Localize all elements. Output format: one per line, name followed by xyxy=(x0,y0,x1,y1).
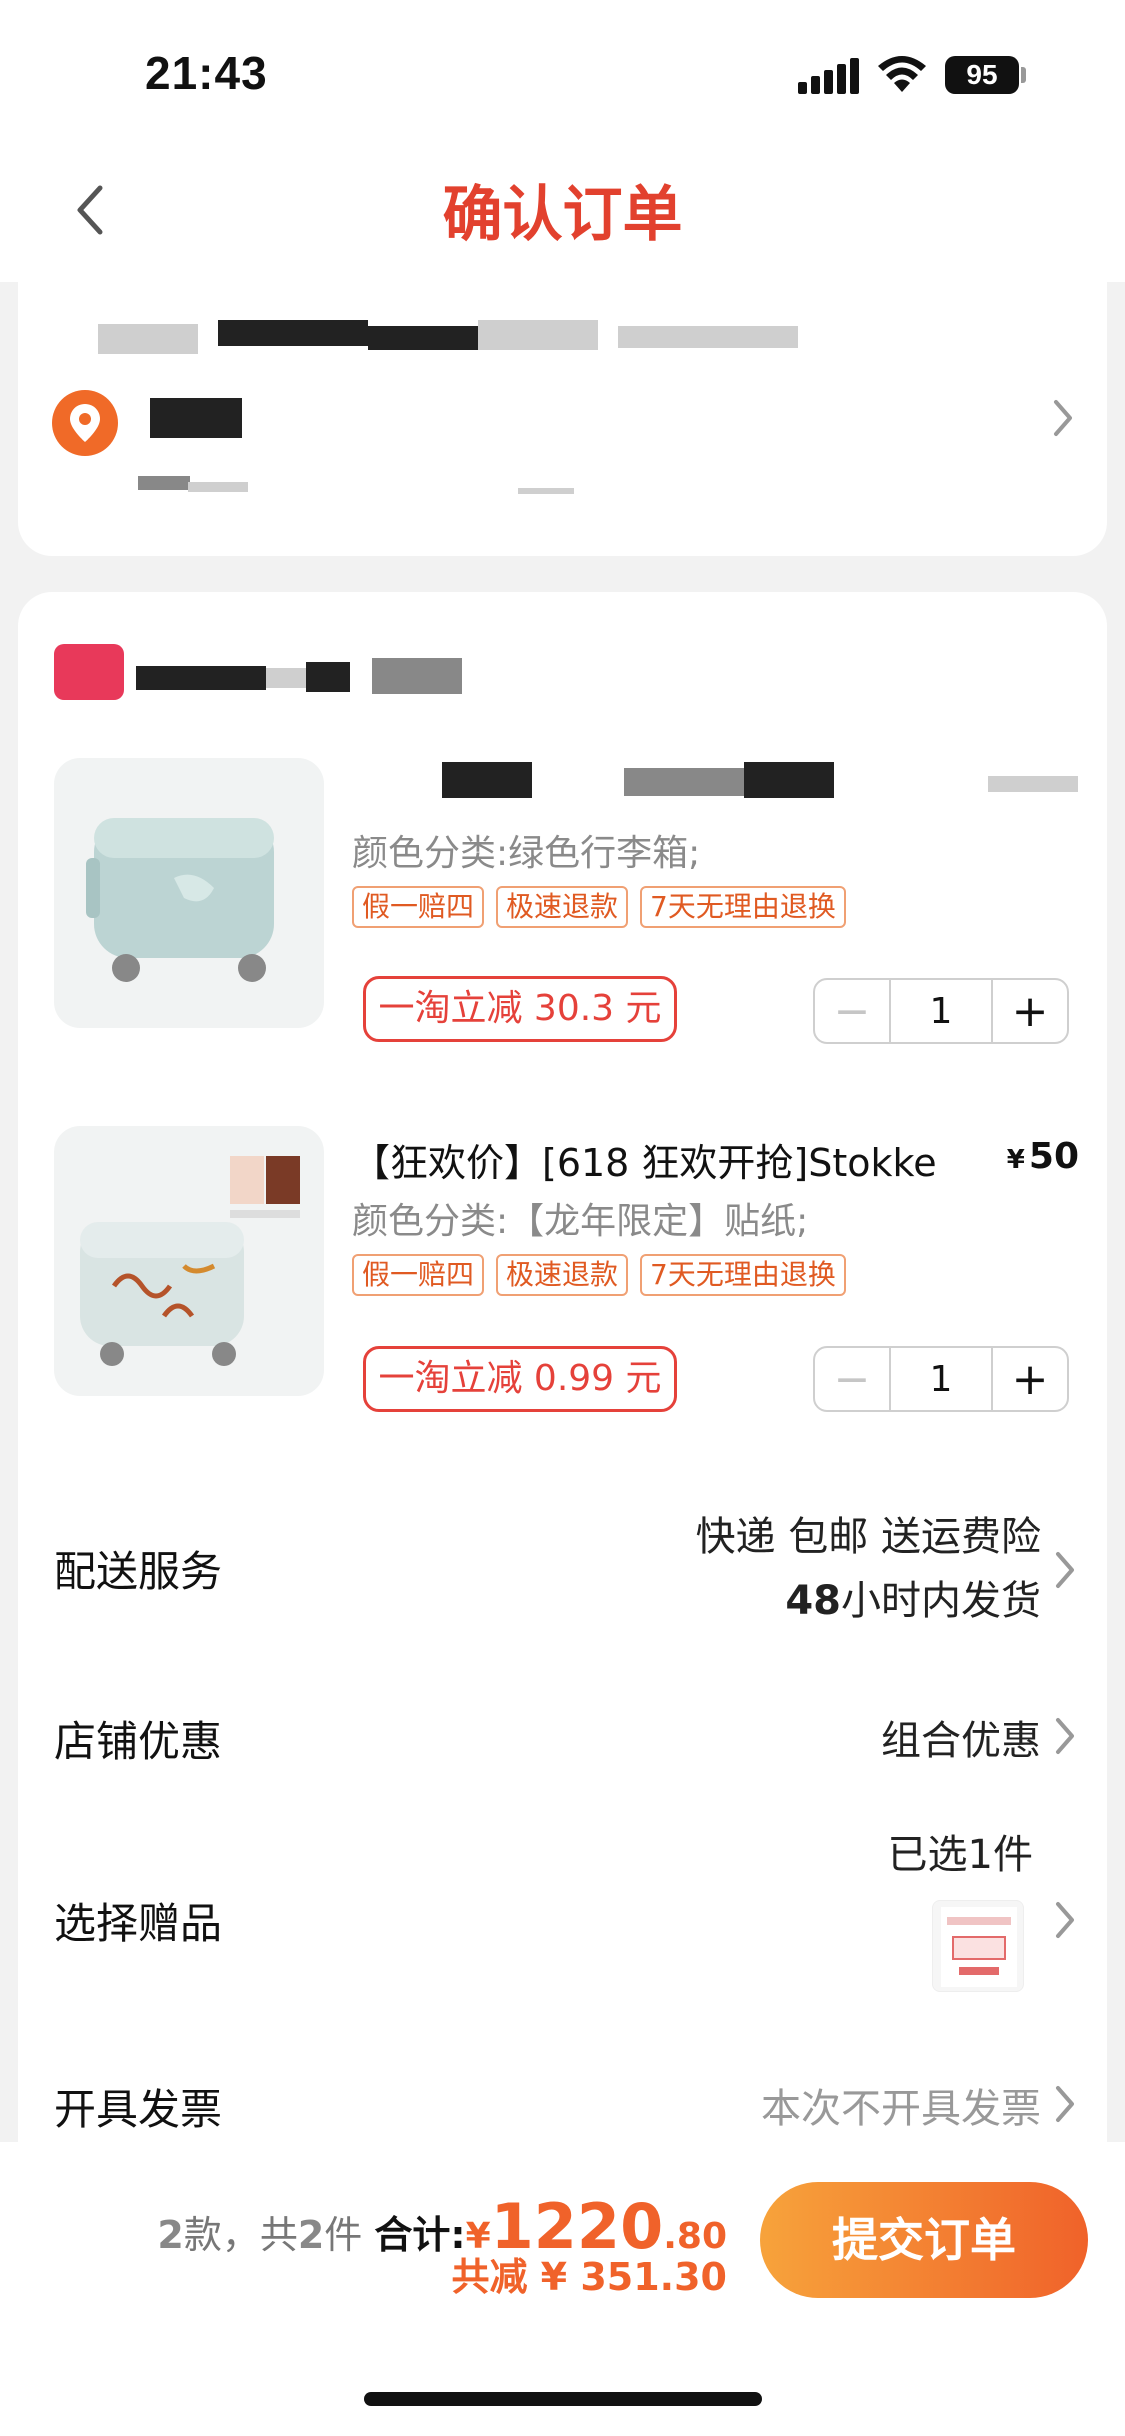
product-spec: 颜色分类:【龙年限定】贴纸; xyxy=(352,1201,809,1242)
wifi-icon xyxy=(878,56,926,92)
product-price: ¥50 xyxy=(1007,1136,1079,1177)
redacted-shop-name xyxy=(372,658,462,694)
redacted-product-title xyxy=(744,762,834,798)
invoice-label: 开具发票 xyxy=(54,2085,223,2134)
redacted-address-line xyxy=(478,320,598,350)
tag-fake-compensation: 假一赔四 xyxy=(352,886,485,928)
home-indicator xyxy=(364,2392,762,2406)
price-value: 50 xyxy=(1028,1136,1079,1177)
product-tags: 假一赔四 极速退款 7天无理由退换 xyxy=(352,886,846,928)
address-card[interactable] xyxy=(18,270,1107,556)
redacted-shop-name xyxy=(136,666,266,690)
increase-quantity-button[interactable]: + xyxy=(991,980,1067,1042)
page-title: 确认订单 xyxy=(442,180,683,250)
redacted-shop-name xyxy=(306,662,350,692)
gift-value[interactable]: 已选1件 xyxy=(888,1822,1033,1880)
item-count-text: 件 xyxy=(324,2213,363,2257)
redacted-address-line xyxy=(218,320,368,346)
redacted-address-line xyxy=(618,326,798,348)
tag-fast-refund: 极速退款 xyxy=(496,1254,629,1296)
discount-badge: 一淘立减 30.3 元 xyxy=(363,976,677,1042)
kind-count: 2 xyxy=(157,2213,184,2257)
redacted-product-price xyxy=(988,776,1078,792)
quantity-value[interactable]: 1 xyxy=(891,980,991,1042)
shop-logo xyxy=(54,644,124,700)
shop-discount-label: 店铺优惠 xyxy=(54,1717,223,1766)
delivery-label: 配送服务 xyxy=(54,1547,223,1596)
status-bar: 21:43 95 xyxy=(0,0,1125,140)
cellular-signal-icon xyxy=(798,58,859,94)
submit-order-button[interactable]: 提交订单 xyxy=(760,2182,1088,2298)
redacted-shop-name xyxy=(266,668,306,688)
nav-bar: 确认订单 xyxy=(0,140,1125,282)
redacted-phone xyxy=(138,476,190,490)
gift-thumbnail[interactable] xyxy=(932,1900,1024,1992)
delivery-hours-text: 小时内发货 xyxy=(841,1578,1041,1624)
tag-fake-compensation: 假一赔四 xyxy=(352,1254,485,1296)
delivery-service-line[interactable]: 快递 包邮 送运费险 xyxy=(696,1504,1041,1562)
chevron-right-icon xyxy=(1056,1902,1074,1938)
product-spec: 颜色分类:绿色行李箱; xyxy=(352,833,701,874)
gift-label: 选择赠品 xyxy=(54,1899,223,1948)
delivery-hours: 48 xyxy=(785,1578,841,1624)
total-saved: 共减 ¥ 351.30 xyxy=(451,2255,727,2299)
tag-seven-day-return: 7天无理由退换 xyxy=(640,886,846,928)
location-pin-icon xyxy=(52,390,118,456)
redacted-product-title xyxy=(442,762,532,798)
decrease-quantity-button[interactable]: − xyxy=(815,980,891,1042)
invoice-value[interactable]: 本次不开具发票 xyxy=(761,2076,1041,2134)
quantity-stepper: − 1 + xyxy=(813,1346,1069,1412)
price-currency: ¥ xyxy=(1006,1145,1025,1175)
chevron-right-icon xyxy=(1056,2086,1074,2122)
increase-quantity-button[interactable]: + xyxy=(991,1348,1067,1410)
item-count: 2 xyxy=(297,2213,325,2257)
battery-indicator: 95 xyxy=(945,56,1019,94)
redacted-recipient-name xyxy=(150,398,242,438)
tag-seven-day-return: 7天无理由退换 xyxy=(640,1254,846,1296)
redacted-phone xyxy=(188,482,248,492)
redacted-address-line xyxy=(98,324,198,354)
product-tags: 假一赔四 极速退款 7天无理由退换 xyxy=(352,1254,846,1296)
chevron-right-icon xyxy=(1056,1552,1074,1588)
kind-count-text: 款，共 xyxy=(183,2213,298,2257)
redacted-phone xyxy=(518,488,574,494)
delivery-time-line[interactable]: 48小时内发货 xyxy=(785,1568,1041,1626)
status-time: 21:43 xyxy=(145,47,268,99)
product-image[interactable] xyxy=(54,758,324,1028)
redacted-product-title xyxy=(624,768,744,796)
chevron-right-icon xyxy=(1056,1718,1074,1754)
redacted-address-line xyxy=(368,326,478,350)
product-image[interactable] xyxy=(54,1126,324,1396)
chevron-right-icon xyxy=(1054,400,1072,436)
discount-badge: 一淘立减 0.99 元 xyxy=(363,1346,677,1412)
quantity-value[interactable]: 1 xyxy=(891,1348,991,1410)
battery-nub xyxy=(1021,67,1026,83)
decrease-quantity-button[interactable]: − xyxy=(815,1348,891,1410)
product-title[interactable]: 【狂欢价】[618 狂欢开抢]Stokke xyxy=(352,1132,937,1187)
shop-discount-value[interactable]: 组合优惠 xyxy=(881,1708,1041,1766)
quantity-stepper: − 1 + xyxy=(813,978,1069,1044)
tag-fast-refund: 极速退款 xyxy=(496,886,629,928)
